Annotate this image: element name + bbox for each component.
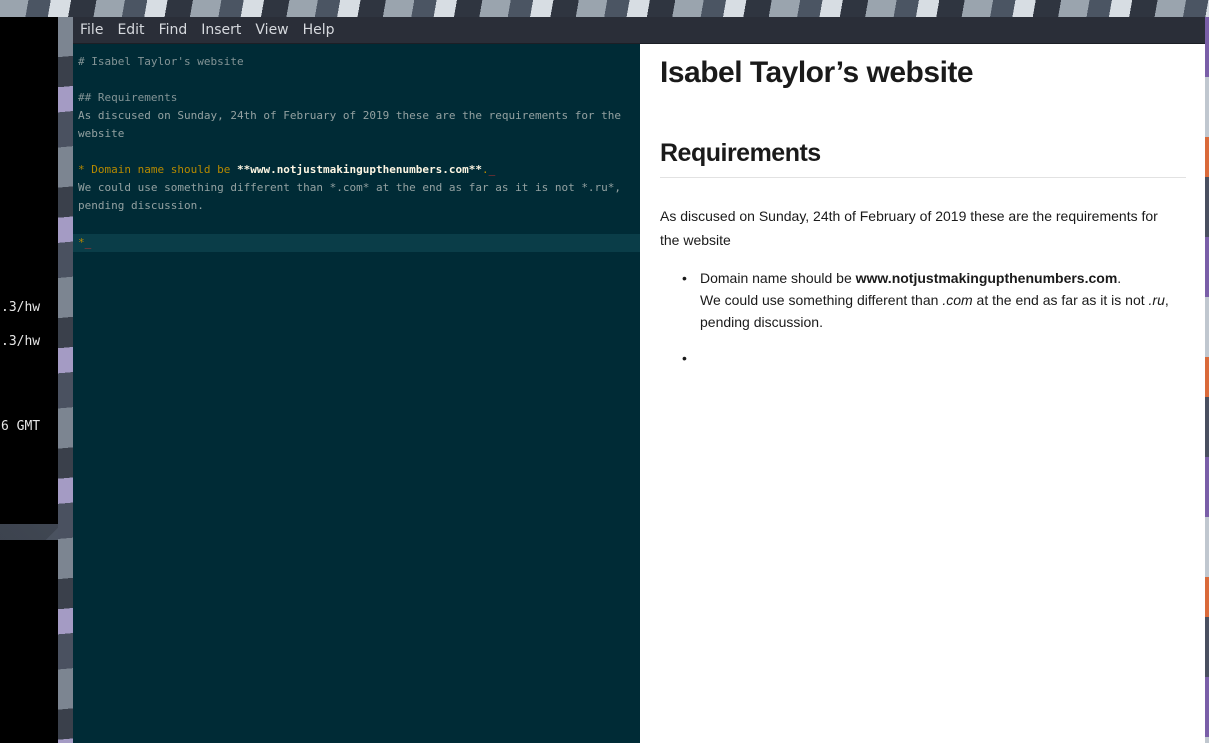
item-text: , — [1164, 292, 1169, 308]
terminal-window-bottom[interactable] — [0, 540, 58, 743]
preview-paragraph: As discused on Sunday, 24th of February … — [660, 208, 1158, 248]
item-em-com: .com — [942, 292, 973, 308]
bullet-trail-marker: _ — [488, 163, 496, 176]
cursor-bullet: * — [78, 236, 85, 249]
markdown-editor-window[interactable]: File Edit Find Insert View Help # Isabel… — [73, 17, 1205, 743]
editor-line-paragraph-cont: website — [78, 127, 125, 140]
wallpaper-left-strip — [58, 17, 74, 743]
item-text: at the end as far as it is not — [972, 292, 1149, 308]
text-cursor: _ — [84, 236, 92, 249]
bullet-suffix: . — [482, 163, 489, 176]
terminal-line: .3/hw — [1, 334, 41, 349]
bullet-bold-domain: **www.notjustmakingupthenumbers.com** — [236, 163, 482, 176]
menu-file[interactable]: File — [73, 17, 110, 43]
list-item: Domain name should be www.notjustmakingu… — [682, 267, 1182, 333]
item-dot: . — [1117, 270, 1122, 286]
heading-divider — [660, 177, 1186, 178]
current-line-highlight — [73, 234, 640, 252]
item-text: pending discussion. — [700, 314, 823, 330]
menu-insert[interactable]: Insert — [194, 17, 248, 43]
bullet-prefix: * Domain name should be — [78, 163, 237, 176]
wallpaper-keyboard-strip — [0, 0, 1209, 17]
editor-line-paragraph: As discused on Sunday, 24th of February … — [78, 109, 622, 122]
menu-find[interactable]: Find — [152, 17, 195, 43]
wallpaper-right-strip — [1205, 17, 1209, 743]
terminal-line: .3/hw — [1, 300, 41, 315]
item-domain-bold: www.notjustmakingupthenumbers.com — [855, 270, 1118, 286]
menu-help[interactable]: Help — [296, 17, 342, 43]
item-text: Domain name should be — [700, 270, 856, 286]
editor-line-continuation-2: pending discussion. — [78, 199, 204, 212]
editor-line-continuation: We could use something different than *.… — [78, 181, 622, 194]
editor-line-h2: ## Requirements — [78, 91, 178, 104]
editor-line-cursor: *_ — [78, 234, 91, 252]
markdown-preview-pane: Isabel Taylor’s website Requirements As … — [640, 44, 1205, 743]
preview-bullet-list: Domain name should be www.notjustmakingu… — [682, 267, 1182, 369]
preview-heading-requirements: Requirements — [660, 139, 821, 167]
menu-bar: File Edit Find Insert View Help — [73, 17, 1205, 44]
menu-edit[interactable]: Edit — [110, 17, 151, 43]
editor-line-h1: # Isabel Taylor's website — [78, 55, 244, 68]
editor-line-bullet: * Domain name should be **www.notjustmak… — [78, 161, 495, 179]
terminal-window-top[interactable]: .3/hw .3/hw 6 GMT — [0, 17, 58, 524]
menu-view[interactable]: View — [248, 17, 295, 43]
preview-title: Isabel Taylor’s website — [660, 56, 974, 89]
markdown-source-editor[interactable]: # Isabel Taylor's website ## Requirement… — [73, 44, 640, 743]
item-text: We could use something different than — [700, 292, 943, 308]
item-em-ru: .ru — [1148, 292, 1165, 308]
list-item-empty — [682, 347, 1182, 369]
terminal-line: 6 GMT — [1, 419, 41, 434]
